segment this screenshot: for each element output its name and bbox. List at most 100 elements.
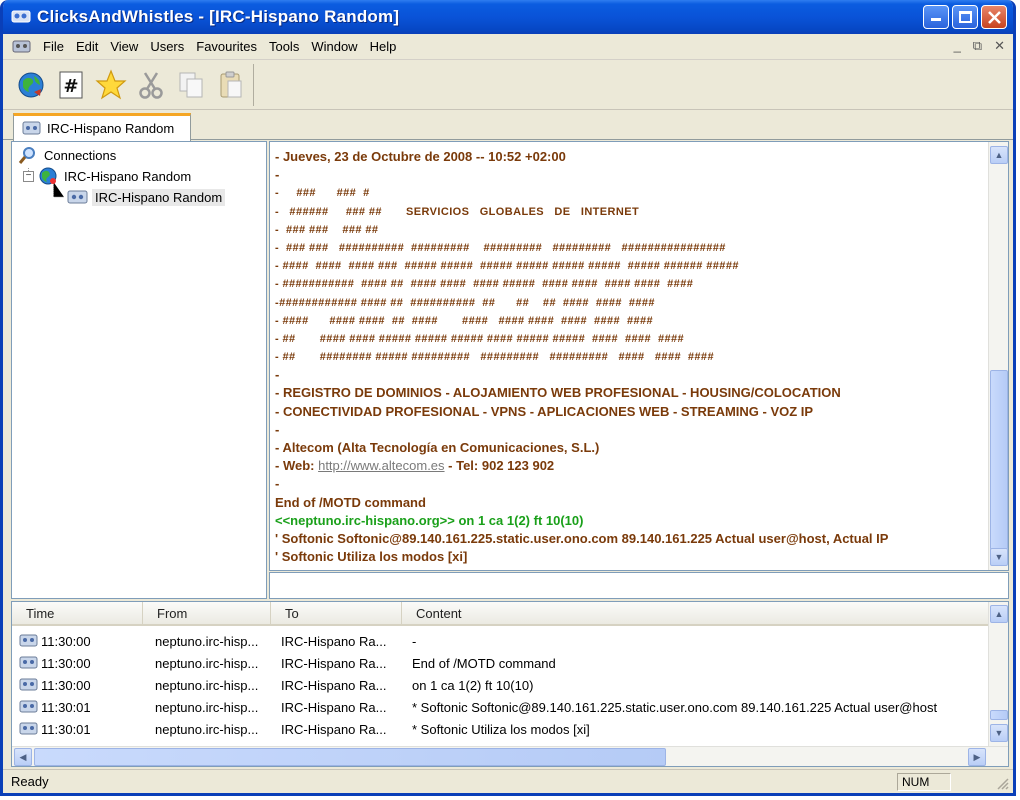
resize-grip-icon[interactable]: [995, 776, 1009, 790]
log-hscroll-thumb[interactable]: [34, 748, 666, 766]
log-row[interactable]: 11:30:00 neptuno.irc-hisp... IRC-Hispano R…: [12, 630, 990, 652]
chat-line: <<neptuno.irc-hispano.org>> on 1 ca 1(2)…: [275, 512, 584, 528]
log-scroll-thumb[interactable]: [990, 710, 1008, 720]
status-text: Ready: [11, 774, 49, 789]
log-cell-time: 11:30:00: [12, 632, 143, 650]
column-time[interactable]: Time: [12, 602, 143, 626]
log-cell-content: on 1 ca 1(2) ft 10(10): [412, 677, 534, 693]
tree-label-channel: IRC-Hispano Random: [92, 188, 226, 206]
channel-tab-icon: [22, 121, 41, 134]
favourites-star-icon[interactable]: [95, 68, 127, 101]
message-user-icon: [19, 678, 38, 691]
message-user-icon: [19, 634, 38, 647]
tab-label: IRC-Hispano Random: [47, 121, 175, 136]
chat-line: -: [275, 367, 280, 383]
svg-text:#: #: [63, 76, 78, 97]
mdi-minimize-icon[interactable]: _: [954, 38, 961, 54]
log-row[interactable]: 11:30:00 neptuno.irc-hisp... IRC-Hispano R…: [12, 652, 990, 674]
tree-label-connections: Connections: [44, 147, 117, 163]
search-magnifier-icon: [18, 147, 35, 164]
menu-edit[interactable]: Edit: [70, 37, 104, 57]
copy-icon[interactable]: [175, 69, 207, 101]
menu-file[interactable]: File: [37, 37, 70, 57]
connect-globe-icon[interactable]: [15, 69, 47, 101]
log-cell-to: IRC-Hispano Ra...: [281, 721, 387, 737]
scroll-down-icon[interactable]: ▼: [990, 548, 1008, 566]
server-globe-icon: [39, 167, 57, 185]
log-cell-from: neptuno.irc-hisp...: [155, 677, 259, 693]
log-cell-content: -: [412, 633, 417, 649]
chat-line: End of /MOTD command: [275, 494, 426, 510]
log-cell-to: IRC-Hispano Ra...: [281, 677, 387, 693]
log-vertical-scrollbar[interactable]: ▲ ▼: [988, 602, 1008, 746]
chat-vertical-scrollbar[interactable]: ▲ ▼: [988, 142, 1008, 570]
log-cell-time: 11:30:01: [12, 720, 143, 738]
menu-window[interactable]: Window: [305, 37, 363, 57]
log-scroll-down-icon[interactable]: ▼: [990, 724, 1008, 742]
minimize-button[interactable]: [923, 5, 949, 29]
chat-line: - ## #### #### ##### ##### ##### #### ##…: [275, 332, 685, 345]
menu-favourites[interactable]: Favourites: [190, 37, 263, 57]
tree-item-channel[interactable]: IRC-Hispano Random: [66, 187, 226, 207]
log-row[interactable]: 11:30:01 neptuno.irc-hisp... IRC-Hispano R…: [12, 696, 990, 718]
log-cell-from: neptuno.irc-hisp...: [155, 699, 259, 715]
chat-line: - Jueves, 23 de Octubre de 2008 -- 10:52…: [275, 149, 566, 164]
log-row[interactable]: 11:30:01 neptuno.irc-hisp... IRC-Hispano R…: [12, 718, 990, 740]
maximize-button[interactable]: [952, 5, 978, 29]
menu-bar: File Edit View Users Favourites Tools Wi…: [3, 34, 1013, 60]
chat-link[interactable]: http://www.altecom.es: [318, 458, 444, 473]
tab-irc-hispano-random[interactable]: IRC-Hispano Random: [13, 113, 191, 141]
message-input-box[interactable]: [269, 572, 1009, 599]
app-logo-icon: [11, 10, 31, 23]
log-cell-to: IRC-Hispano Ra...: [281, 655, 387, 671]
chat-line: - #### #### #### ## #### #### #### #### …: [275, 314, 654, 327]
menu-users[interactable]: Users: [144, 37, 190, 57]
message-user-icon: [19, 700, 38, 713]
column-from[interactable]: From: [143, 602, 271, 626]
chat-output[interactable]: - Jueves, 23 de Octubre de 2008 -- 10:52…: [269, 141, 1009, 571]
tree-item-server[interactable]: − IRC-Hispano Random: [23, 166, 194, 186]
chat-line: - ## ######## ##### ######### ######### …: [275, 351, 714, 364]
scroll-up-icon[interactable]: ▲: [990, 146, 1008, 164]
chat-line: - ### ### ### ##: [275, 223, 379, 236]
menu-help[interactable]: Help: [364, 37, 403, 57]
log-cell-content: End of /MOTD command: [412, 655, 556, 671]
log-cell-content: * Softonic Utiliza los modos [xi]: [412, 721, 590, 737]
chat-line: ' Softonic Softonic@89.140.161.225.stati…: [275, 530, 889, 546]
log-cell-to: IRC-Hispano Ra...: [281, 633, 387, 649]
menu-tools[interactable]: Tools: [263, 37, 305, 57]
log-scroll-up-icon[interactable]: ▲: [990, 605, 1008, 623]
column-content[interactable]: Content: [402, 602, 990, 626]
mdi-child-icon[interactable]: [11, 38, 33, 56]
close-button[interactable]: [981, 5, 1007, 29]
collapse-toggle-icon[interactable]: −: [23, 170, 34, 182]
chat-line: - Altecom (Alta Tecnología en Comunicaci…: [275, 440, 600, 455]
message-user-icon: [19, 656, 38, 669]
chat-line: - ########### #### ## #### #### #### ###…: [275, 278, 694, 291]
mdi-restore-icon[interactable]: ⧉: [973, 38, 982, 54]
menu-view[interactable]: View: [104, 37, 144, 57]
log-cell-from: neptuno.irc-hisp...: [155, 655, 259, 671]
paste-icon[interactable]: [215, 69, 247, 101]
chat-line: -: [275, 167, 280, 183]
tree-label-server: IRC-Hispano Random: [64, 168, 192, 184]
cut-icon[interactable]: [135, 69, 167, 101]
title-bar[interactable]: ClicksAndWhistles - [IRC-Hispano Random]: [3, 0, 1013, 34]
scroll-right-icon[interactable]: ▶: [968, 748, 986, 766]
tree-item-connections[interactable]: Connections: [18, 145, 119, 165]
log-cell-from: neptuno.irc-hisp...: [155, 721, 259, 737]
log-cell-to: IRC-Hispano Ra...: [281, 699, 387, 715]
tab-bar: IRC-Hispano Random: [3, 110, 1013, 141]
channel-hash-icon[interactable]: #: [55, 69, 87, 101]
chat-scroll-thumb[interactable]: [990, 370, 1008, 550]
message-input[interactable]: [270, 573, 1008, 598]
message-log: Time From To Content 11:30:00 neptuno.irc…: [11, 601, 1009, 767]
scroll-left-icon[interactable]: ◀: [14, 748, 32, 766]
chat-line: - CONECTIVIDAD PROFESIONAL - VPNS - APLI…: [275, 403, 814, 419]
log-row[interactable]: 11:30:00 neptuno.irc-hisp... IRC-Hispano R…: [12, 674, 990, 696]
column-to[interactable]: To: [271, 602, 402, 626]
chat-line: - #### #### #### ### ##### ##### ##### #…: [275, 260, 739, 273]
mdi-close-icon[interactable]: ✕: [994, 38, 1005, 54]
log-horizontal-scrollbar[interactable]: ◀ ▶: [12, 746, 1008, 766]
close-icon: [988, 11, 1001, 24]
